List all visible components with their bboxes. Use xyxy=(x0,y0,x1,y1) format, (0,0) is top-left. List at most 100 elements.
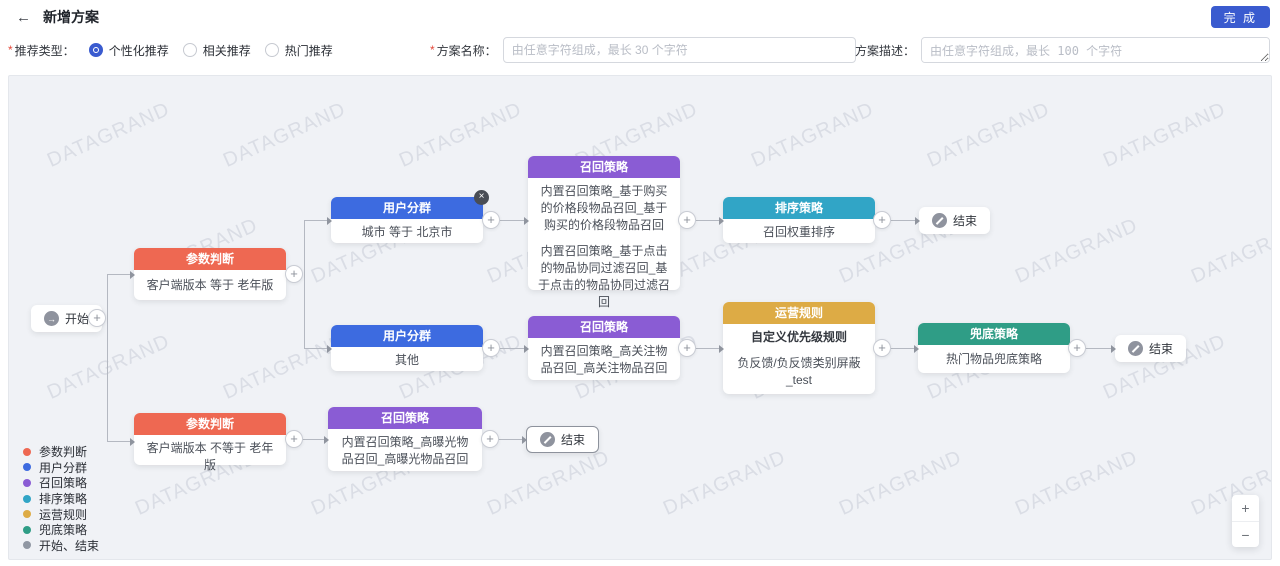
node-title: 运营规则 xyxy=(775,306,823,320)
node-body: 内置召回策略_高曝光物品召回_高曝光物品召回 xyxy=(337,434,473,468)
add-node-button[interactable]: + xyxy=(678,339,696,357)
watermark-text: DATAGRAND xyxy=(748,98,878,173)
legend-dot xyxy=(23,510,31,518)
node-title: 参数判断 xyxy=(186,252,234,266)
watermark-text: DATAGRAND xyxy=(1188,214,1272,289)
node-title: 用户分群 xyxy=(383,201,431,215)
radio-personalized[interactable]: 个性化推荐 xyxy=(89,42,169,59)
watermark-text: DATAGRAND xyxy=(924,98,1054,173)
node-title: 参数判断 xyxy=(186,417,234,431)
node-title: 召回策略 xyxy=(580,320,628,334)
legend-item: 参数判断 xyxy=(23,444,99,460)
watermark-text: DATAGRAND xyxy=(44,98,174,173)
end-icon xyxy=(932,213,947,228)
legend: 参数判断 用户分群 召回策略 排序策略 运营规则 兜底策略 开始、结束 xyxy=(23,444,99,553)
add-node-button[interactable]: + xyxy=(285,430,303,448)
node-sort-1[interactable]: 排序策略 召回权重排序 xyxy=(723,197,875,243)
watermark-text: DATAGRAND xyxy=(396,98,526,173)
close-icon[interactable]: × xyxy=(474,190,489,205)
edge-line xyxy=(304,220,331,221)
add-node-button[interactable]: + xyxy=(873,211,891,229)
node-body: 城市 等于 北京市 xyxy=(362,224,453,241)
radio-icon[interactable] xyxy=(183,43,197,57)
legend-label: 兜底策略 xyxy=(39,521,87,538)
plan-desc-label: 方案描述： xyxy=(855,42,915,59)
node-body: 负反馈/负反馈类别屏蔽_test xyxy=(732,355,866,389)
back-icon[interactable]: ← xyxy=(10,9,37,26)
add-node-button[interactable]: + xyxy=(873,339,891,357)
node-recall-3[interactable]: 召回策略 内置召回策略_高曝光物品召回_高曝光物品召回 xyxy=(328,407,482,471)
edge-line xyxy=(891,348,918,349)
end-node-2[interactable]: 结束 xyxy=(1115,335,1186,362)
plan-desc-input[interactable] xyxy=(921,37,1270,63)
node-header: 兜底策略 xyxy=(918,323,1070,345)
zoom-in-button[interactable]: + xyxy=(1232,495,1259,521)
zoom-control: + − xyxy=(1232,495,1259,547)
required-mark: * xyxy=(430,43,435,57)
node-body: 热门物品兜底策略 xyxy=(946,351,1042,368)
node-header: 召回策略 xyxy=(528,316,680,338)
node-recall-1[interactable]: 召回策略 内置召回策略_基于购买的价格段物品召回_基于购买的价格段物品召回 内置… xyxy=(528,156,680,290)
end-label: 结束 xyxy=(561,431,585,448)
legend-label: 开始、结束 xyxy=(39,537,99,554)
end-node-1[interactable]: 结束 xyxy=(919,207,990,234)
page-title: 新增方案 xyxy=(43,7,99,27)
node-user-segment-2[interactable]: 用户分群 其他 xyxy=(331,325,483,371)
end-label: 结束 xyxy=(953,212,977,229)
legend-dot xyxy=(23,541,31,549)
add-node-button[interactable]: + xyxy=(481,430,499,448)
node-title: 召回策略 xyxy=(580,160,628,174)
end-node-3[interactable]: 结束 xyxy=(526,426,599,453)
node-body: 召回权重排序 xyxy=(763,224,835,241)
legend-item: 开始、结束 xyxy=(23,538,99,554)
node-title: 用户分群 xyxy=(383,329,431,343)
add-node-button[interactable]: + xyxy=(482,339,500,357)
add-node-button[interactable]: + xyxy=(88,309,106,327)
legend-item: 排序策略 xyxy=(23,491,99,507)
node-recall-2[interactable]: 召回策略 内置召回策略_高关注物品召回_高关注物品召回 xyxy=(528,316,680,380)
radio-label: 个性化推荐 xyxy=(109,42,169,59)
watermark-text: DATAGRAND xyxy=(836,446,966,521)
watermark-text: DATAGRAND xyxy=(44,330,174,405)
node-param-judge-1[interactable]: 参数判断 客户端版本 等于 老年版 xyxy=(134,248,286,300)
edge-line xyxy=(696,348,723,349)
edge-line xyxy=(500,220,528,221)
node-body: 其他 xyxy=(395,352,419,369)
node-header: 召回策略 xyxy=(328,407,482,429)
flow-canvas[interactable]: DATAGRAND DATAGRAND DATAGRAND DATAGRAND DATA… xyxy=(8,75,1272,560)
legend-item: 兜底策略 xyxy=(23,522,99,538)
node-body: 内置召回策略_高关注物品召回_高关注物品召回 xyxy=(537,343,671,377)
node-user-segment-1[interactable]: × 用户分群 城市 等于 北京市 xyxy=(331,197,483,243)
radio-hot[interactable]: 热门推荐 xyxy=(265,42,333,59)
legend-dot xyxy=(23,463,31,471)
node-header: 召回策略 xyxy=(528,156,680,178)
node-header: 排序策略 xyxy=(723,197,875,219)
node-fallback[interactable]: 兜底策略 热门物品兜底策略 xyxy=(918,323,1070,373)
radio-icon[interactable] xyxy=(265,43,279,57)
zoom-out-button[interactable]: − xyxy=(1232,521,1259,547)
add-node-button[interactable]: + xyxy=(678,211,696,229)
legend-label: 排序策略 xyxy=(39,490,87,507)
add-node-button[interactable]: + xyxy=(482,211,500,229)
edge-line xyxy=(696,220,723,221)
finish-button[interactable]: 完 成 xyxy=(1211,6,1270,28)
watermark-text: DATAGRAND xyxy=(220,98,350,173)
legend-dot xyxy=(23,526,31,534)
node-header: 参数判断 xyxy=(134,413,286,435)
watermark-text: DATAGRAND xyxy=(1188,446,1272,521)
start-label: 开始 xyxy=(65,310,89,327)
watermark-text: DATAGRAND xyxy=(1012,214,1142,289)
watermark-text: DATAGRAND xyxy=(1012,446,1142,521)
plan-name-input[interactable] xyxy=(503,37,856,63)
node-title: 兜底策略 xyxy=(970,327,1018,341)
edge-line xyxy=(1086,348,1115,349)
recommend-type-group: * 推荐类型： 个性化推荐 相关推荐 热门推荐 xyxy=(8,34,333,66)
add-node-button[interactable]: + xyxy=(1068,339,1086,357)
radio-related[interactable]: 相关推荐 xyxy=(183,42,251,59)
node-param-judge-2[interactable]: 参数判断 客户端版本 不等于 老年版 xyxy=(134,413,286,465)
node-title: 召回策略 xyxy=(381,411,429,425)
node-header: 参数判断 xyxy=(134,248,286,270)
add-node-button[interactable]: + xyxy=(285,265,303,283)
radio-icon[interactable] xyxy=(89,43,103,57)
node-operation-rule[interactable]: 运营规则 自定义优先级规则 负反馈/负反馈类别屏蔽_test xyxy=(723,302,875,394)
